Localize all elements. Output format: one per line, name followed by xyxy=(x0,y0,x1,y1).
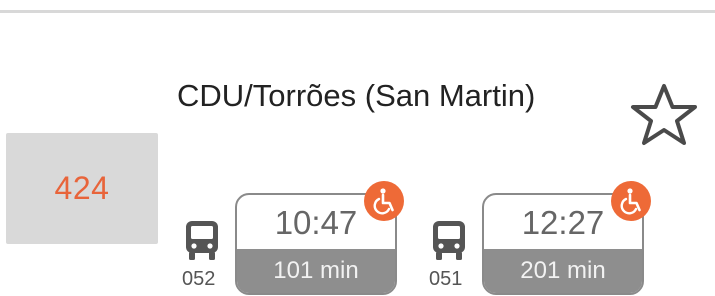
top-divider xyxy=(0,10,715,13)
route-number: 424 xyxy=(54,170,110,206)
star-outline-icon xyxy=(631,84,697,145)
route-number-badge[interactable]: 424 xyxy=(6,133,158,244)
departure-duration: 101 min xyxy=(237,249,395,293)
stop-name: CDU/Torrões (San Martin) xyxy=(177,78,536,113)
favorite-button[interactable] xyxy=(628,82,700,148)
bus-line-number: 052 xyxy=(182,268,216,290)
wheelchair-accessible-icon xyxy=(611,181,651,221)
departure-duration: 201 min xyxy=(484,249,642,293)
bus-icon xyxy=(184,220,220,262)
bus-line-number: 051 xyxy=(429,268,463,290)
wheelchair-accessible-icon xyxy=(364,181,404,221)
bus-icon xyxy=(431,220,467,262)
